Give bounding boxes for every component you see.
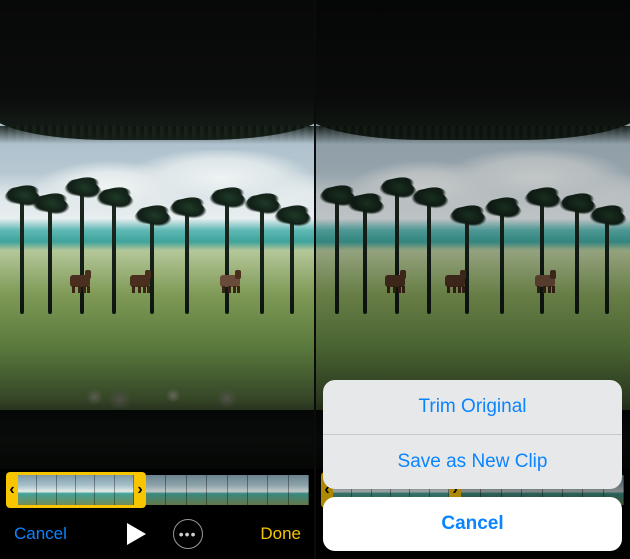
editor-toolbar: Cancel ••• Done	[0, 509, 315, 559]
trim-timeline[interactable]: ‹ ›	[6, 472, 309, 508]
action-sheet-screen: ‹ › Trim Original Save as New Clip Cance…	[315, 0, 630, 559]
palm-tree	[185, 206, 189, 314]
horse	[70, 275, 90, 287]
palm-tree	[150, 214, 154, 314]
timeline-thumb	[37, 475, 56, 505]
action-sheet-group: Trim Original Save as New Clip	[323, 380, 622, 489]
timeline-thumb	[207, 475, 227, 505]
action-sheet: Trim Original Save as New Clip Cancel	[323, 380, 622, 551]
horse	[130, 275, 150, 287]
timeline-thumb	[289, 475, 309, 505]
palm-tree	[260, 202, 264, 314]
timeline-thumb	[115, 475, 134, 505]
trim-handle-left[interactable]: ‹	[6, 472, 18, 508]
save-as-new-clip-button[interactable]: Save as New Clip	[323, 435, 622, 489]
timeline-thumb	[76, 475, 95, 505]
trim-editor-screen: ‹ › Cancel	[0, 0, 315, 559]
timeline-thumb	[18, 475, 37, 505]
play-icon[interactable]	[125, 522, 147, 546]
done-button[interactable]: Done	[260, 524, 301, 544]
roof-fringe	[0, 126, 315, 144]
palm-tree	[48, 202, 52, 314]
palm-tree	[290, 214, 294, 314]
palm-tree	[225, 196, 229, 314]
palm-tree	[80, 186, 84, 314]
timeline-thumb	[57, 475, 76, 505]
trim-original-button[interactable]: Trim Original	[323, 380, 622, 434]
foreground-shadow	[0, 399, 315, 469]
palm-tree	[112, 196, 116, 314]
ellipsis-icon: •••	[179, 526, 197, 542]
video-preview[interactable]	[0, 0, 315, 469]
timeline-rest[interactable]	[146, 475, 309, 505]
more-button[interactable]: •••	[173, 519, 203, 549]
palm-tree	[20, 194, 24, 314]
trim-selection[interactable]	[18, 472, 134, 508]
timeline-thumb	[95, 475, 114, 505]
cancel-button[interactable]: Cancel	[14, 524, 67, 544]
timeline-thumb	[166, 475, 186, 505]
roof-shadow	[0, 0, 315, 140]
trim-handle-right[interactable]: ›	[134, 472, 146, 508]
timeline-thumb	[248, 475, 268, 505]
cancel-button[interactable]: Cancel	[323, 497, 622, 551]
timeline-thumb	[228, 475, 248, 505]
horse	[220, 275, 240, 287]
timeline-thumb	[268, 475, 288, 505]
timeline-thumb	[187, 475, 207, 505]
timeline-thumb	[146, 475, 166, 505]
screens-divider	[314, 0, 316, 559]
